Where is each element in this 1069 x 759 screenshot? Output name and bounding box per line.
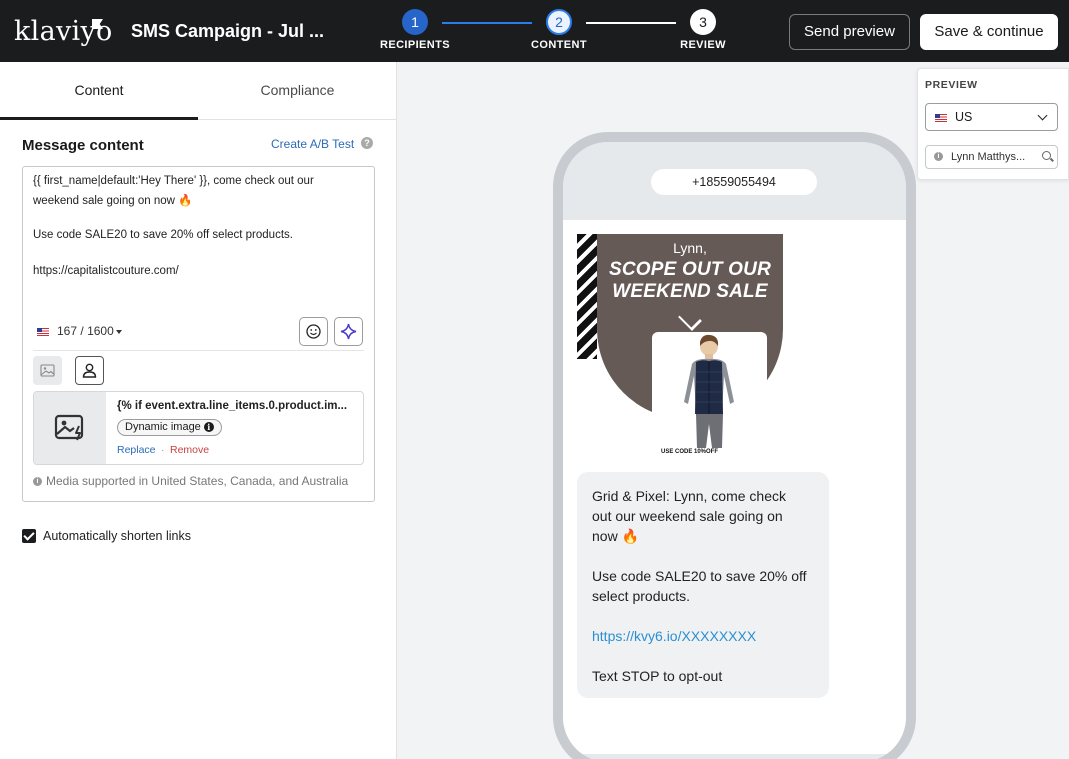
sms-short-link[interactable]: https://kvy6.io/XXXXXXXX (592, 626, 814, 646)
media-note-text: Media supported in United States, Canada… (46, 474, 349, 488)
message-line: https://capitalistcouture.com/ (33, 265, 179, 277)
replace-link[interactable]: Replace (117, 444, 156, 456)
help-icon[interactable]: ? (361, 137, 373, 149)
chevron-down-icon (1037, 110, 1048, 121)
us-flag-icon (935, 113, 947, 122)
image-media-button[interactable] (33, 356, 62, 385)
char-limit: 1600 (87, 324, 114, 338)
sms-bubble: Grid & Pixel: Lynn, come check out our w… (577, 472, 829, 698)
divider (33, 350, 364, 351)
mms-stripe-decoration (577, 234, 597, 359)
us-flag-icon (37, 327, 49, 336)
message-line: {{ first_name|default:'Hey There' }}, co… (33, 175, 314, 187)
sms-line: select products. (592, 588, 691, 604)
shorten-links-checkbox[interactable] (22, 529, 36, 543)
sparkle-icon (340, 323, 357, 340)
image-icon (40, 364, 55, 377)
phone-screen: Lynn, SCOPE OUT OUR WEEKEND SALE USE COD… (563, 220, 906, 754)
step-label: REVIEW (680, 39, 726, 51)
mms-banner: Lynn, SCOPE OUT OUR WEEKEND SALE (597, 234, 783, 448)
step-content[interactable]: 2 CONTENT (509, 9, 609, 51)
person-icon (82, 363, 97, 378)
message-line: weekend sale going on now 🔥 (33, 195, 193, 207)
personalization-button[interactable] (75, 356, 104, 385)
phone-bottom-bar (563, 754, 906, 759)
sms-line: now 🔥 (592, 528, 640, 544)
separator-dot: · (161, 444, 165, 456)
caret-down-icon (115, 329, 122, 334)
step-number: 3 (690, 9, 716, 35)
step-label: RECIPIENTS (379, 39, 450, 51)
phone-header: +18559055494 (563, 142, 906, 220)
sender-number: +18559055494 (651, 169, 817, 195)
step-number: 2 (546, 9, 572, 35)
country-select[interactable]: US (925, 103, 1058, 131)
step-number: 1 (402, 9, 428, 35)
ai-assist-button[interactable] (334, 317, 363, 346)
media-card: {% if event.extra.line_items.0.product.i… (33, 391, 364, 465)
preview-panel: PREVIEW US i Lynn Matthys... (917, 68, 1069, 180)
media-support-note: i Media supported in United States, Canad… (33, 474, 348, 488)
info-icon[interactable]: i (203, 422, 214, 433)
dynamic-image-badge: Dynamic image i (117, 419, 222, 436)
mms-headline: WEEKEND SALE (612, 281, 768, 302)
chevron-down-icon (678, 307, 702, 331)
sms-line: Text STOP to opt-out (592, 668, 723, 684)
search-icon[interactable] (1042, 151, 1051, 160)
mms-image: Lynn, SCOPE OUT OUR WEEKEND SALE USE COD… (577, 234, 783, 457)
tab-content[interactable]: Content (0, 62, 198, 120)
step-review[interactable]: 3 REVIEW (653, 9, 753, 51)
campaign-title[interactable]: SMS Campaign - Jul ... (131, 21, 324, 42)
shorten-links-label[interactable]: Automatically shorten links (43, 529, 191, 543)
model-in-vest-image (684, 334, 734, 448)
phone-preview: +18559055494 Lynn, SCOPE OUT OUR WEEKEND… (553, 132, 916, 759)
message-line: Use code SALE20 to save 20% off select p… (33, 229, 293, 241)
save-continue-button[interactable]: Save & continue (920, 14, 1058, 50)
step-recipients[interactable]: 1 RECIPIENTS (365, 9, 465, 51)
preview-label: PREVIEW (925, 79, 978, 91)
media-template-title: {% if event.extra.line_items.0.product.i… (117, 400, 348, 412)
country-value: US (955, 110, 973, 124)
dynamic-image-icon (54, 414, 84, 441)
char-count: 167 (57, 324, 78, 338)
preview-profile-field[interactable]: i Lynn Matthys... (925, 145, 1058, 169)
badge-label: Dynamic image (125, 421, 201, 433)
char-separator: / (80, 324, 84, 338)
mms-headline: SCOPE OUT OUR (608, 259, 771, 280)
message-textarea[interactable]: {{ first_name|default:'Hey There' }}, co… (22, 166, 375, 502)
create-ab-test-link[interactable]: Create A/B Test (271, 137, 354, 151)
product-photo (652, 332, 767, 448)
emoji-button[interactable] (299, 317, 328, 346)
mms-code-text: USE CODE 10%OFF (660, 449, 718, 455)
step-label: CONTENT (531, 39, 587, 51)
sms-line: Grid & Pixel: Lynn, come check (592, 488, 787, 504)
editor-panel: Content Compliance Message content Creat… (0, 62, 397, 759)
dynamic-image-thumbnail (34, 392, 106, 464)
info-icon: i (934, 152, 943, 161)
message-content-title: Message content (22, 137, 144, 154)
top-bar: klaviyo SMS Campaign - Jul ... 1 RECIPIE… (0, 0, 1069, 62)
tab-compliance[interactable]: Compliance (198, 62, 397, 120)
character-counter[interactable]: 167 / 1600 (37, 324, 122, 338)
info-icon: i (33, 477, 42, 487)
mms-greeting: Lynn, (673, 240, 707, 256)
sms-line: out our weekend sale going on (592, 508, 783, 524)
sms-line: Use code SALE20 to save 20% off (592, 568, 807, 584)
profile-value: Lynn Matthys... (951, 151, 1026, 163)
remove-link[interactable]: Remove (170, 444, 209, 456)
send-preview-button[interactable]: Send preview (789, 14, 910, 50)
smiley-icon (306, 324, 321, 339)
